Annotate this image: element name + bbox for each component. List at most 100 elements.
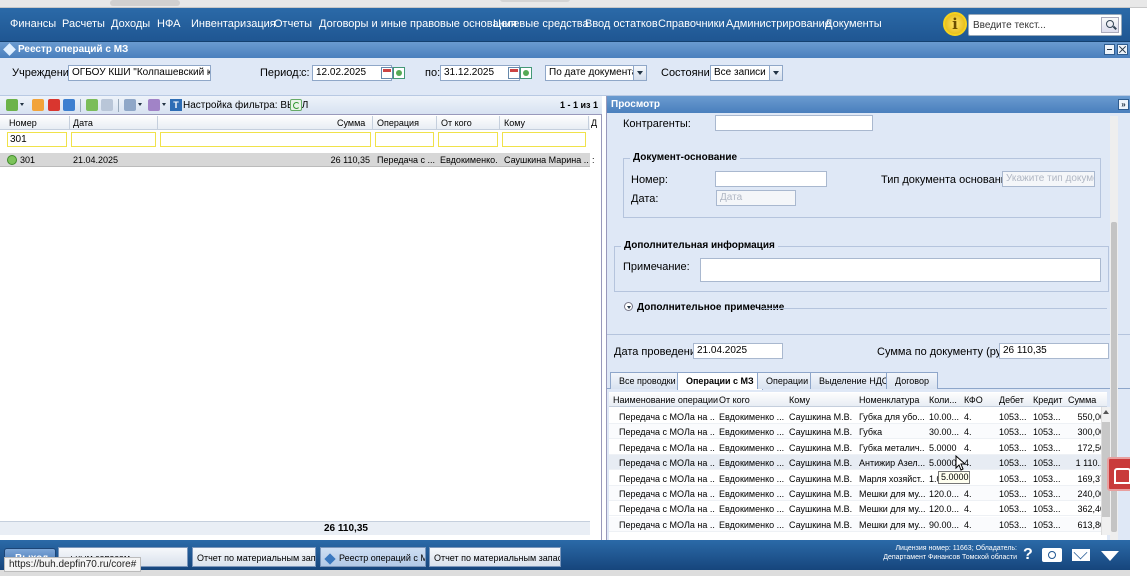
table-cell: Передача с МОЛа на ... — [619, 442, 715, 453]
ops-column-header[interactable]: Наименование операции — [613, 395, 718, 405]
actions-icon[interactable] — [148, 99, 160, 111]
menu-item-income[interactable]: Доходы — [111, 18, 150, 30]
tab-all-postings[interactable]: Все проводки — [610, 372, 685, 389]
filter-operation-input[interactable] — [375, 132, 434, 147]
edit-icon[interactable] — [32, 99, 44, 111]
help-icon[interactable]: ? — [1023, 546, 1033, 564]
task-materials-report-2[interactable]: Отчет по материальным запа... — [192, 547, 316, 567]
date-mode-select[interactable]: По дате документа — [545, 65, 647, 81]
column-header-from[interactable]: От кого — [441, 118, 472, 128]
calendar-icon[interactable] — [508, 67, 520, 79]
menu-item-nfa[interactable]: НФА — [157, 18, 180, 30]
add-icon[interactable] — [6, 99, 18, 111]
column-header-to[interactable]: Кому — [504, 118, 525, 128]
ops-column-header[interactable]: Кому — [789, 395, 810, 405]
state-select[interactable]: Все записи — [710, 65, 783, 81]
delete-icon[interactable] — [48, 99, 60, 111]
table-cell: Губка металич... — [859, 442, 925, 453]
window-title: Реестр операций с МЗ — [18, 44, 129, 55]
basis-number-field[interactable] — [715, 171, 827, 187]
counterparties-field[interactable] — [715, 115, 873, 131]
column-header-operation[interactable]: Операция — [377, 118, 419, 128]
ops-column-header[interactable]: Сумма — [1068, 395, 1096, 405]
global-search-input[interactable] — [973, 18, 1098, 33]
tab-contract[interactable]: Договор — [886, 372, 938, 389]
print-icon[interactable] — [124, 99, 136, 111]
table-row[interactable]: Передача с МОЛа на ... Евдокименко ... Сау… — [609, 455, 1107, 471]
date-picker-icon[interactable] — [393, 67, 405, 79]
chevron-down-icon[interactable] — [138, 103, 142, 106]
close-window-button[interactable] — [1117, 44, 1128, 55]
menu-item-inventory[interactable]: Инвентаризация — [191, 18, 276, 30]
basis-date-field[interactable]: Дата — [716, 190, 796, 206]
date-picker-icon[interactable] — [520, 67, 532, 79]
table-row[interactable]: Передача с МОЛа на ... Евдокименко ... Сау… — [609, 440, 1107, 455]
calendar-icon[interactable] — [381, 67, 393, 79]
filter-to-input[interactable] — [502, 132, 586, 147]
table-cell: Саушкина М.В. — [789, 504, 853, 515]
table-cell: Евдокименко ... — [719, 458, 785, 469]
ops-column-header[interactable]: От кого — [719, 395, 750, 405]
ops-column-header[interactable]: КФО — [964, 395, 983, 405]
filter-date-input[interactable] — [71, 132, 156, 147]
unpost-document-icon[interactable] — [101, 99, 113, 111]
doc-sum-field[interactable]: 26 110,35 — [999, 343, 1109, 359]
copy-icon[interactable] — [63, 99, 75, 111]
institution-field[interactable]: ОГБОУ КШИ "Колпашевский каде — [68, 65, 211, 81]
column-header-sum[interactable]: Сумма — [337, 118, 365, 128]
menu-item-directories[interactable]: Справочники — [658, 18, 725, 30]
tab-vat[interactable]: Выделение НДС — [810, 372, 898, 389]
table-row[interactable]: 301 21.04.2025 26 110,35 Передача с ... … — [0, 153, 595, 167]
chevron-down-icon[interactable] — [20, 103, 24, 106]
menu-item-administration[interactable]: Администрирование — [726, 18, 831, 30]
table-row[interactable]: Передача с МОЛа на ... Евдокименко ... Сау… — [609, 501, 1107, 517]
table-cell: Евдокименко ... — [719, 489, 785, 499]
camera-icon[interactable] — [1042, 548, 1062, 562]
post-document-icon[interactable] — [86, 99, 98, 111]
cell-tooltip: 5.0000 — [938, 471, 970, 484]
menu-item-settlements[interactable]: Расчеты — [62, 18, 105, 30]
task-materials-report-3[interactable]: Отчет по материальным запасам — [429, 547, 561, 567]
menu-item-documents[interactable]: Документы — [825, 18, 882, 30]
ops-column-header[interactable]: Номенклатура — [859, 395, 919, 405]
minimize-window-button[interactable] — [1104, 44, 1115, 55]
posting-date-field[interactable]: 21.04.2025 — [693, 343, 783, 359]
period-from-field[interactable]: 12.02.2025 — [312, 65, 392, 81]
menu-item-finance[interactable]: Финансы — [10, 18, 56, 30]
filter-from-input[interactable] — [438, 132, 498, 147]
table-row[interactable]: Передача с МОЛа на ... Евдокименко ... Сау… — [609, 424, 1107, 440]
mail-icon[interactable] — [1072, 549, 1090, 561]
note-field[interactable] — [700, 258, 1101, 282]
table-row[interactable]: Передача с МОЛа на ... Евдокименко ... Сау… — [609, 409, 1107, 424]
basis-type-label: Тип документа основания: — [881, 174, 1016, 186]
tab-operations[interactable]: Операции — [757, 372, 818, 389]
ops-column-header[interactable]: Коли... — [929, 395, 957, 405]
expand-panel-icon[interactable]: » — [1118, 99, 1129, 110]
table-cell: Марля хозяйст... — [859, 473, 925, 484]
chevron-down-icon[interactable] — [162, 103, 166, 106]
menu-item-balances-entry[interactable]: Ввод остатков — [585, 18, 658, 30]
refresh-icon[interactable] — [290, 99, 302, 111]
collapse-icon[interactable] — [624, 302, 633, 311]
task-mz-registry[interactable]: Реестр операций с МЗ — [320, 547, 426, 567]
tab-mz-operations[interactable]: Операции с МЗ — [677, 372, 763, 390]
filter-sum-input[interactable] — [160, 132, 371, 147]
ops-column-header[interactable]: Кредит — [1033, 395, 1062, 405]
filter-number-input[interactable]: 301 — [7, 132, 67, 147]
basis-type-field[interactable]: Укажите тип докумен — [1002, 171, 1095, 187]
table-row[interactable]: Передача с МОЛа на ... Евдокименко ... Сау… — [609, 471, 1107, 486]
menu-item-contracts[interactable]: Договоры и иные правовые основания — [319, 18, 517, 30]
info-icon[interactable]: i — [943, 12, 967, 36]
column-header-extra[interactable]: Д — [591, 118, 597, 128]
search-icon[interactable] — [1101, 17, 1119, 33]
ops-column-header[interactable]: Дебет — [999, 395, 1024, 405]
chevron-down-icon[interactable] — [1101, 551, 1119, 561]
column-header-date[interactable]: Дата — [73, 118, 93, 128]
menu-item-reports[interactable]: Отчеты — [274, 18, 312, 30]
filter-settings-icon[interactable]: T — [170, 99, 182, 111]
scroll-up-icon[interactable] — [1101, 407, 1111, 417]
table-row[interactable]: Передача с МОЛа на ... Евдокименко ... Сау… — [609, 486, 1107, 501]
column-header-number[interactable]: Номер — [9, 118, 37, 128]
table-row[interactable]: Передача с МОЛа на ... Евдокименко ... Сау… — [609, 516, 1107, 532]
menu-item-target-funds[interactable]: Целевые средства — [493, 18, 589, 30]
